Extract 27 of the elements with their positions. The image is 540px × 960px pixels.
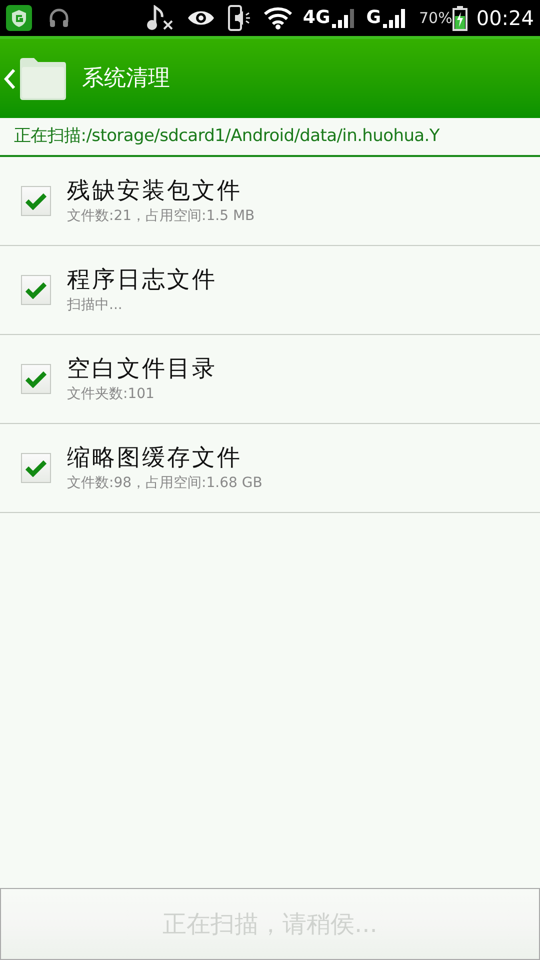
checkbox[interactable]: [21, 275, 51, 305]
item-title: 程序日志文件: [67, 266, 217, 295]
item-title: 缩略图缓存文件: [67, 444, 243, 473]
item-detail: 文件夹数:101: [67, 385, 156, 404]
item-title: 空白文件目录: [67, 355, 217, 384]
eye-icon: [186, 9, 215, 27]
page-title: 系统清理: [82, 65, 170, 93]
item-detail: 扫描中...: [67, 296, 124, 315]
scan-path: 正在扫描:/storage/sdcard1/Android/data/in.huohua.Y: [0, 118, 540, 157]
item-detail: 文件数:21，占用空间:1.5 MB: [67, 207, 255, 226]
checkbox[interactable]: [21, 453, 51, 483]
network-type-label: G: [366, 9, 382, 27]
battery-percent: 70%: [419, 8, 452, 29]
wifi-icon: [262, 6, 293, 30]
checkbox[interactable]: [21, 186, 51, 216]
battery-charging-icon: [452, 5, 468, 31]
item-title: 残缺安装包文件: [67, 177, 243, 206]
music-muted-icon: [144, 5, 175, 31]
checkbox[interactable]: [21, 364, 51, 394]
clock: 00:24: [476, 5, 534, 32]
item-detail: 文件数:98，占用空间:1.68 GB: [67, 474, 262, 493]
app-notification-icon: [6, 5, 32, 31]
folder-icon: [18, 56, 68, 100]
back-icon: [4, 68, 16, 90]
network-type-label: 4G: [302, 9, 330, 27]
headphones-icon: [48, 7, 70, 29]
phone-speaker-icon: [226, 5, 251, 31]
